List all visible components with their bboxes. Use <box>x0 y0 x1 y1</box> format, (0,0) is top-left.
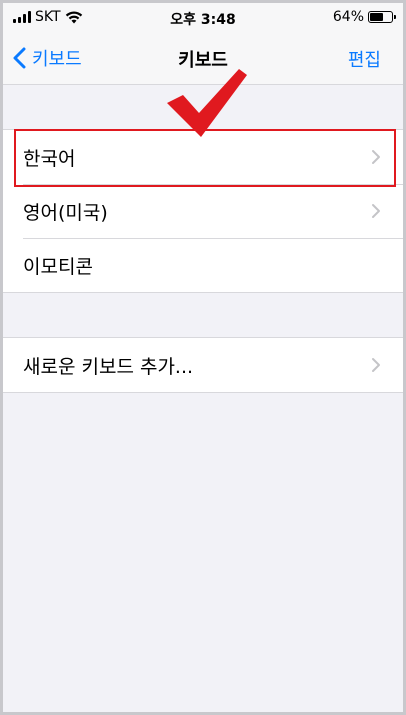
keyboard-row-emoji[interactable]: 이모티콘 <box>3 238 403 292</box>
navigation-bar: 키보드 키보드 편집 <box>3 33 403 85</box>
add-keyboard-group: 새로운 키보드 추가... <box>3 337 403 393</box>
status-bar: SKT 오후 3:48 64% <box>3 3 403 33</box>
keyboard-row-english-us[interactable]: 영어(미국) <box>3 184 403 238</box>
battery-percent: 64% <box>332 9 364 25</box>
chevron-right-icon <box>372 204 380 218</box>
battery-fill <box>370 13 384 21</box>
chevron-right-icon <box>372 150 380 164</box>
edit-button[interactable]: 편집 <box>348 46 381 72</box>
status-right: 64% <box>332 9 396 25</box>
keyboard-row-label: 한국어 <box>23 147 76 170</box>
page-title: 키보드 <box>178 50 228 71</box>
keyboard-row-label: 영어(미국) <box>23 201 108 224</box>
add-keyboard-row[interactable]: 새로운 키보드 추가... <box>3 338 403 392</box>
add-keyboard-label: 새로운 키보드 추가... <box>23 355 194 378</box>
phone-frame: SKT 오후 3:48 64% 키보드 키보드 편집 한국어 영어(미국) 이모… <box>0 0 406 715</box>
keyboard-row-label: 이모티콘 <box>23 255 93 278</box>
keyboard-row-korean[interactable]: 한국어 <box>3 130 403 184</box>
chevron-right-icon <box>372 358 380 372</box>
keyboard-list: 한국어 영어(미국) 이모티콘 <box>3 129 403 293</box>
battery-icon <box>368 11 396 23</box>
